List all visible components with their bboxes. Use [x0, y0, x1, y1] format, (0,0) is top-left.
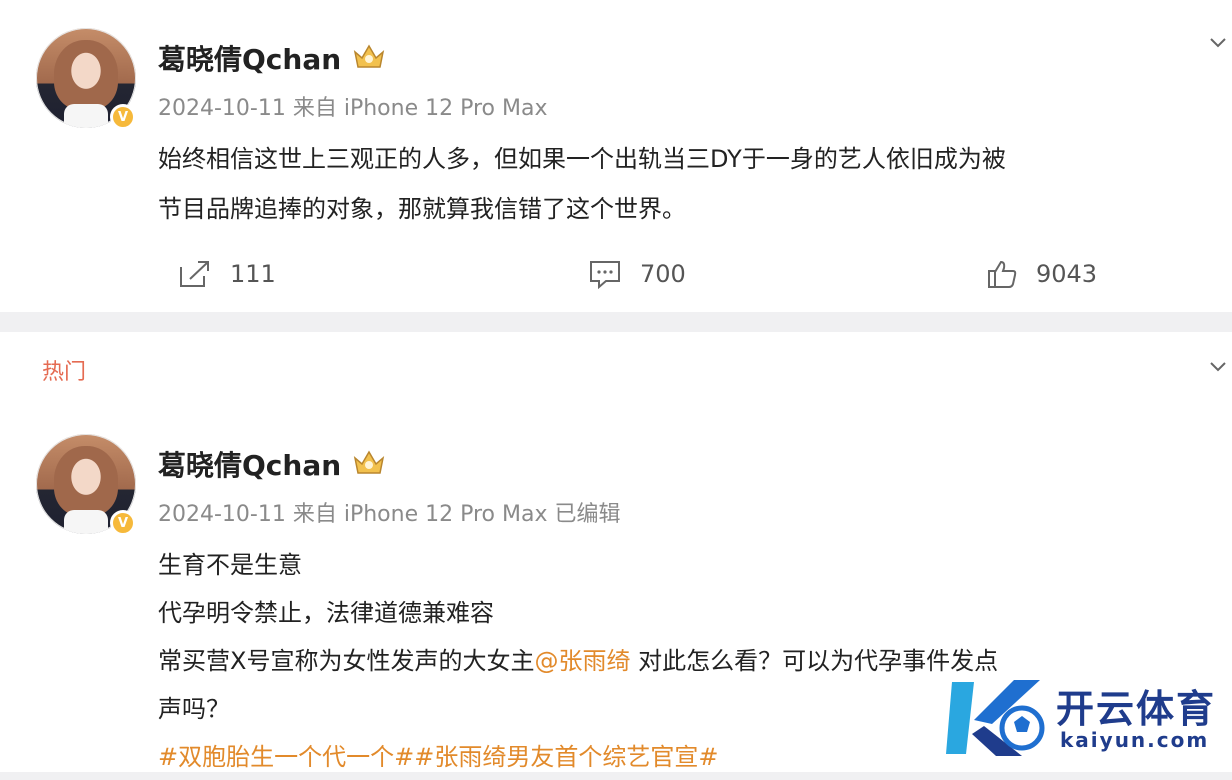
repost-button[interactable]: 111 — [178, 254, 276, 294]
crown-badge-icon — [353, 44, 385, 68]
hot-section-label: 热门 — [42, 360, 87, 385]
repost-icon — [180, 261, 209, 287]
weibo-post-1: V 葛晓倩Qchan 2024-10-11 来自 iPhone 12 Pro M… — [0, 0, 1232, 312]
like-count: 9043 — [1036, 260, 1098, 288]
post-text-line-2: 节目品牌追捧的对象，那就算我信错了这个世界。 — [158, 195, 686, 223]
hashtag-links[interactable]: #双胞胎生一个代一个##张雨绮男友首个综艺官宣# — [158, 734, 718, 780]
comment-button[interactable]: 700 — [588, 254, 686, 294]
mention-link[interactable]: @张雨绮 — [534, 647, 630, 675]
comment-count: 700 — [640, 260, 686, 288]
comment-icon — [590, 261, 620, 289]
author-name[interactable]: 葛晓倩Qchan — [158, 444, 341, 484]
repost-count: 111 — [230, 260, 276, 288]
like-button[interactable]: 9043 — [986, 254, 1097, 294]
avatar-shirt — [64, 510, 108, 534]
author-name[interactable]: 葛晓倩Qchan — [158, 38, 341, 78]
verified-badge-icon: V — [110, 510, 136, 536]
post-text-line-3: 常买营X号宣称为女性发声的大女主@张雨绮 对此怎么看？可以为代孕事件发点 — [158, 638, 998, 684]
watermark-cn-text: 开云体育 — [1056, 687, 1217, 731]
post-meta: 2024-10-11 来自 iPhone 12 Pro Max 已编辑 — [158, 502, 621, 527]
post-meta: 2024-10-11 来自 iPhone 12 Pro Max — [158, 96, 548, 121]
chevron-down-icon[interactable] — [1208, 32, 1228, 52]
post-text-line-2: 代孕明令禁止，法律道德兼难容 — [158, 599, 494, 627]
post-text-line-1: 始终相信这世上三观正的人多，但如果一个出轨当三DY于一身的艺人依旧成为被 — [158, 145, 1006, 173]
avatar-hair — [54, 40, 118, 110]
avatar-hair — [54, 446, 118, 516]
thumbs-up-icon — [988, 260, 1017, 288]
post-text-line-1: 生育不是生意 — [158, 551, 302, 579]
verified-badge-letter: V — [117, 109, 129, 125]
crown-badge-icon — [353, 450, 385, 474]
watermark-url-text: kaiyun.com — [1060, 728, 1210, 752]
chevron-down-icon[interactable] — [1208, 356, 1228, 376]
verified-badge-letter: V — [117, 515, 129, 531]
kaiyun-watermark: 开云体育 kaiyun.com — [944, 672, 1224, 764]
avatar-shirt — [64, 104, 108, 128]
verified-badge-icon: V — [110, 104, 136, 130]
post-text-line-3-end: 对此怎么看？可以为代孕事件发点 — [630, 647, 999, 675]
post-text-line-3-start: 常买营X号宣称为女性发声的大女主 — [158, 647, 535, 675]
post-text-line-4: 声吗？ — [158, 695, 230, 723]
kaiyun-logo-icon — [946, 680, 1045, 756]
